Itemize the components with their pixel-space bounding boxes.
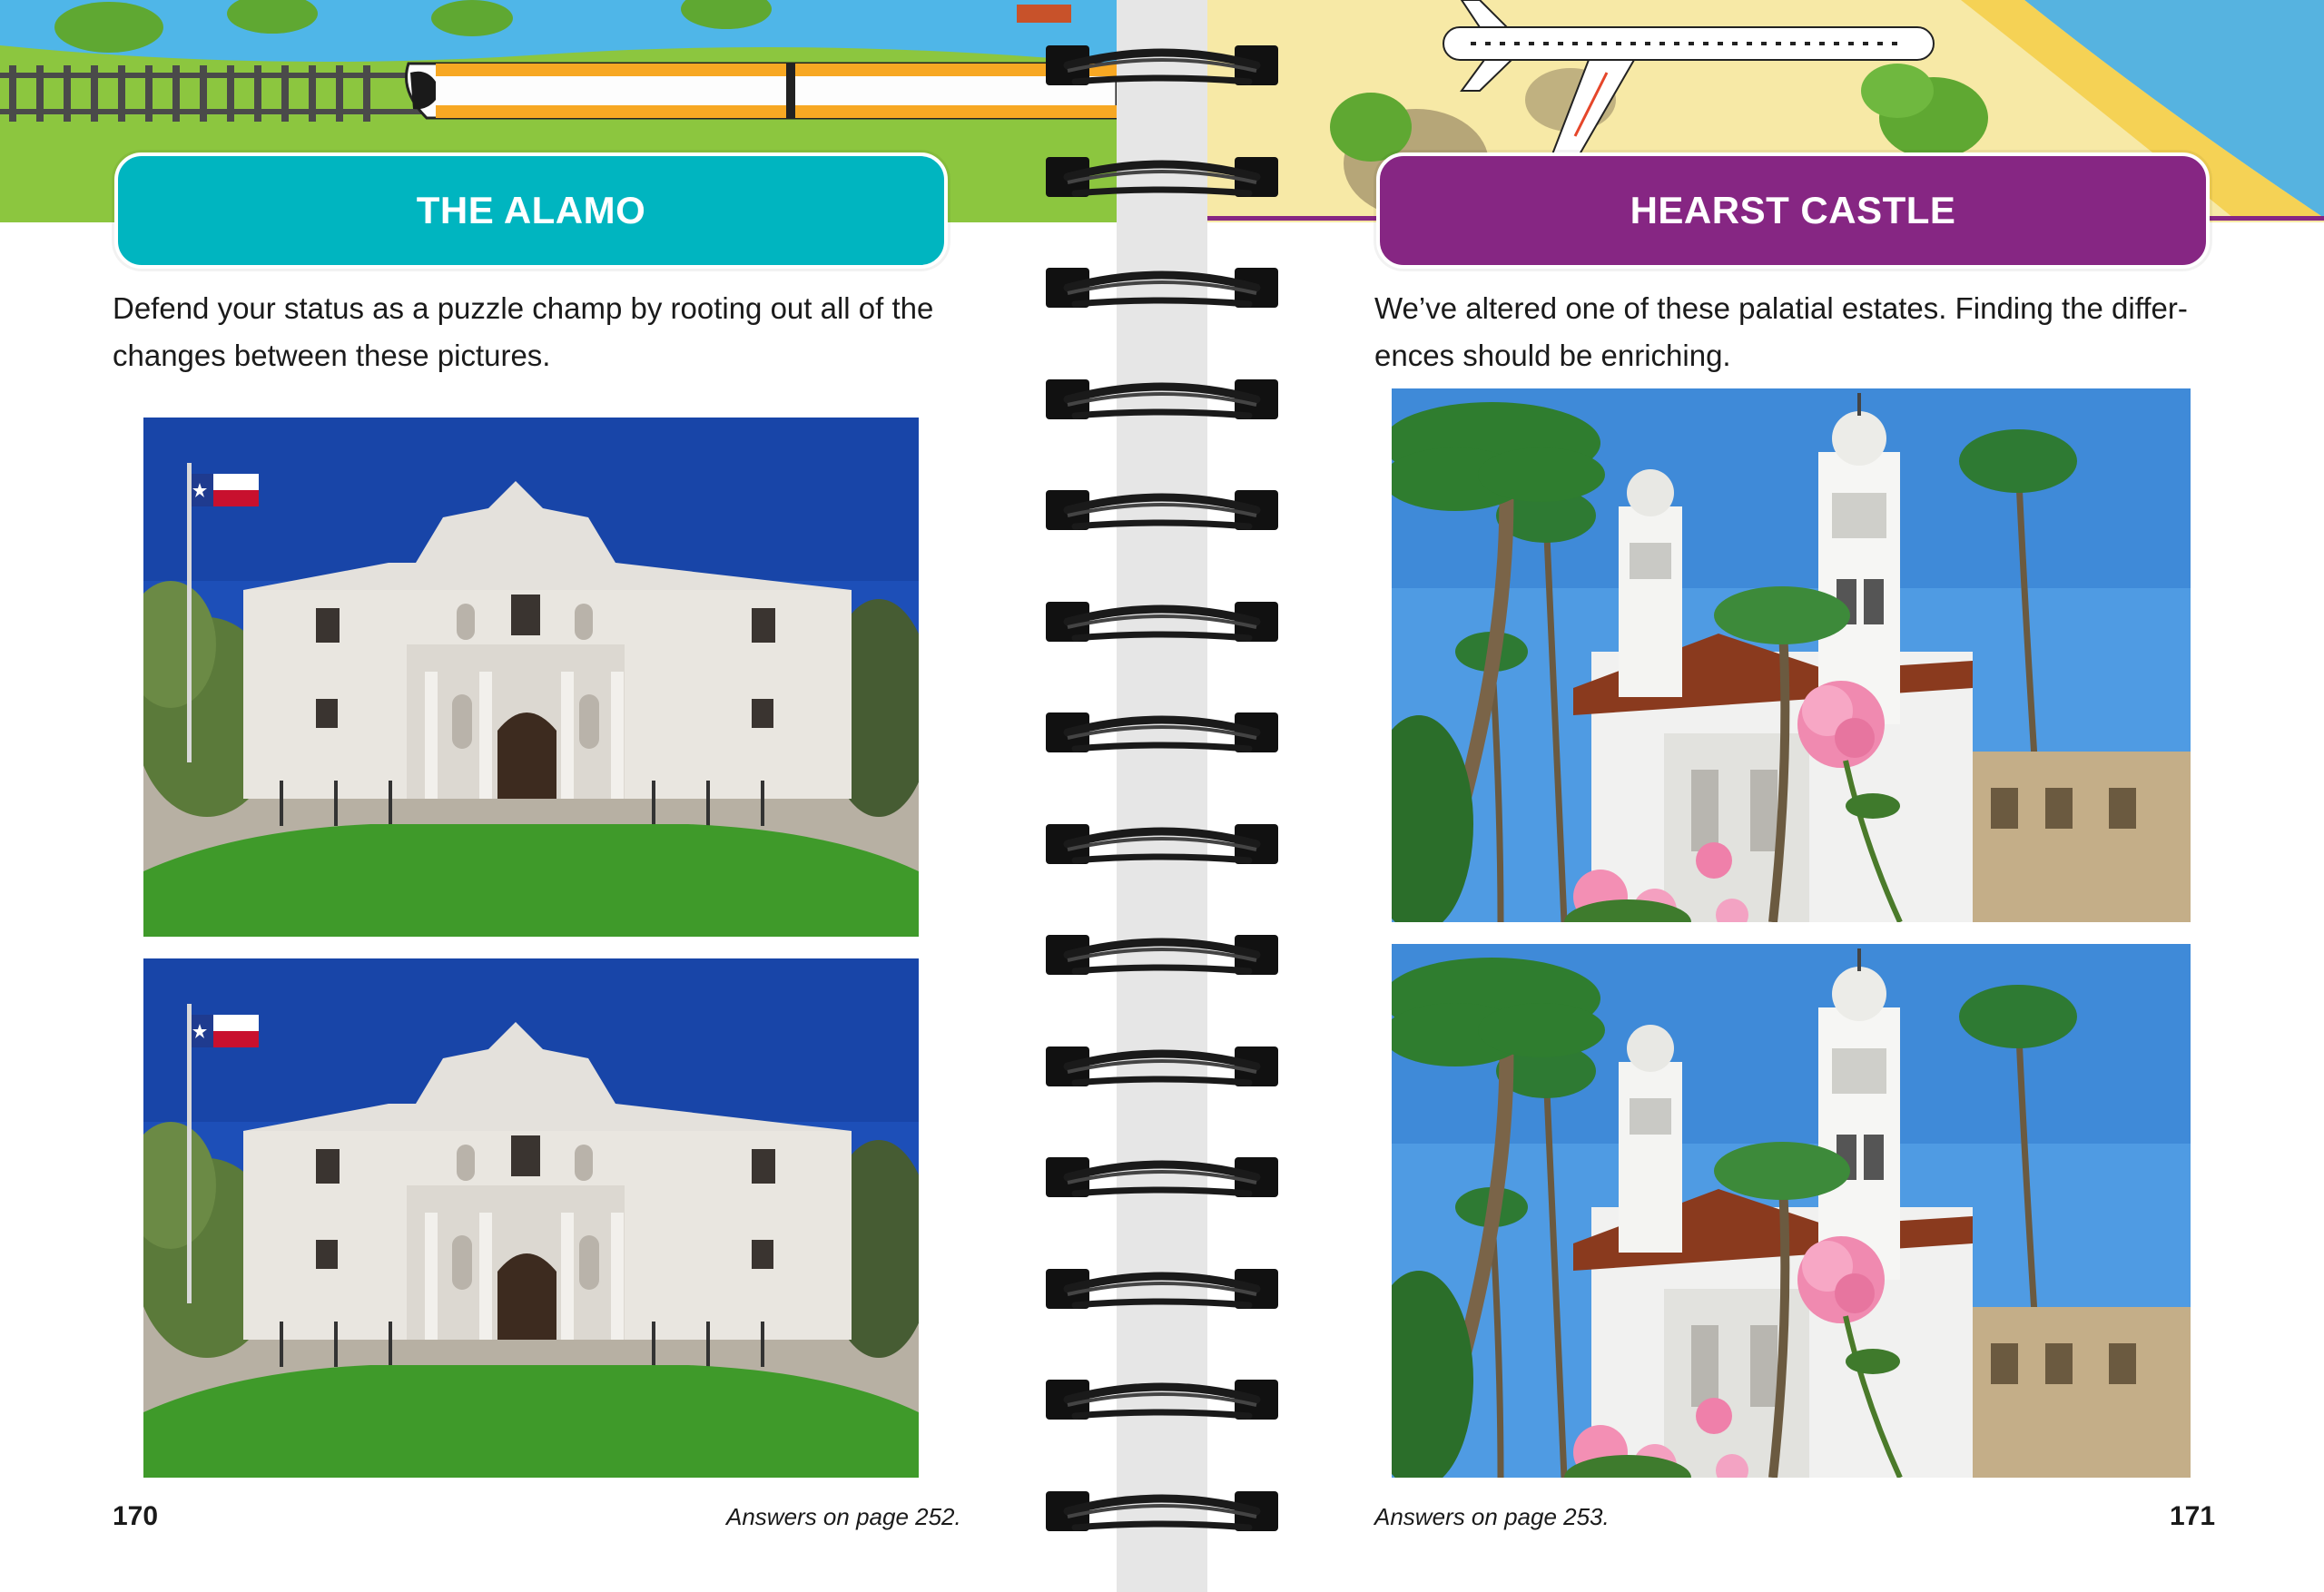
spiral-coil-icon	[1035, 150, 1289, 204]
spiral-coil-icon	[1035, 928, 1289, 982]
spiral-coil-icon	[1035, 260, 1289, 315]
spiral-coil-icon	[1035, 38, 1289, 93]
spiral-binding	[1035, 0, 1289, 1592]
spiral-coil-icon	[1035, 372, 1289, 427]
instruction-line: ences should be enriching.	[1374, 339, 1731, 372]
instruction-line: Defend your status as a puzzle champ by …	[113, 291, 934, 325]
puzzle-instructions: We’ve altered one of these palatial esta…	[1374, 285, 2210, 379]
spiral-coil-icon	[1035, 817, 1289, 871]
page-number: 170	[113, 1501, 159, 1531]
left-page: THE ALAMO Defend your status as a puzzle…	[0, 0, 1117, 1592]
alamo-photo-altered[interactable]	[143, 958, 919, 1478]
answers-reference: Answers on page 253.	[1374, 1503, 1610, 1530]
spiral-coil-icon	[1035, 1372, 1289, 1427]
answers-reference: Answers on page 252.	[726, 1503, 961, 1530]
right-page: HEARST CASTLE We’ve altered one of these…	[1207, 0, 2324, 1592]
puzzle-instructions: Defend your status as a puzzle champ by …	[113, 285, 948, 379]
hearst-photo-original[interactable]	[1392, 388, 2191, 922]
spiral-coil-icon	[1035, 483, 1289, 537]
spiral-coil-icon	[1035, 1484, 1289, 1538]
spiral-coil-icon	[1035, 705, 1289, 760]
instruction-line: We’ve altered one of these palatial esta…	[1374, 291, 2188, 325]
page-title: THE ALAMO	[114, 152, 948, 269]
instruction-line: changes between these pictures.	[113, 339, 551, 372]
page-number: 171	[2170, 1501, 2216, 1531]
spiral-coil-icon	[1035, 1262, 1289, 1316]
page-title: HEARST CASTLE	[1376, 152, 2210, 269]
alamo-photo-original[interactable]	[143, 418, 919, 937]
hearst-photo-altered[interactable]	[1392, 944, 2191, 1478]
spiral-coil-icon	[1035, 595, 1289, 649]
spiral-coil-icon	[1035, 1150, 1289, 1204]
spiral-coil-icon	[1035, 1039, 1289, 1094]
